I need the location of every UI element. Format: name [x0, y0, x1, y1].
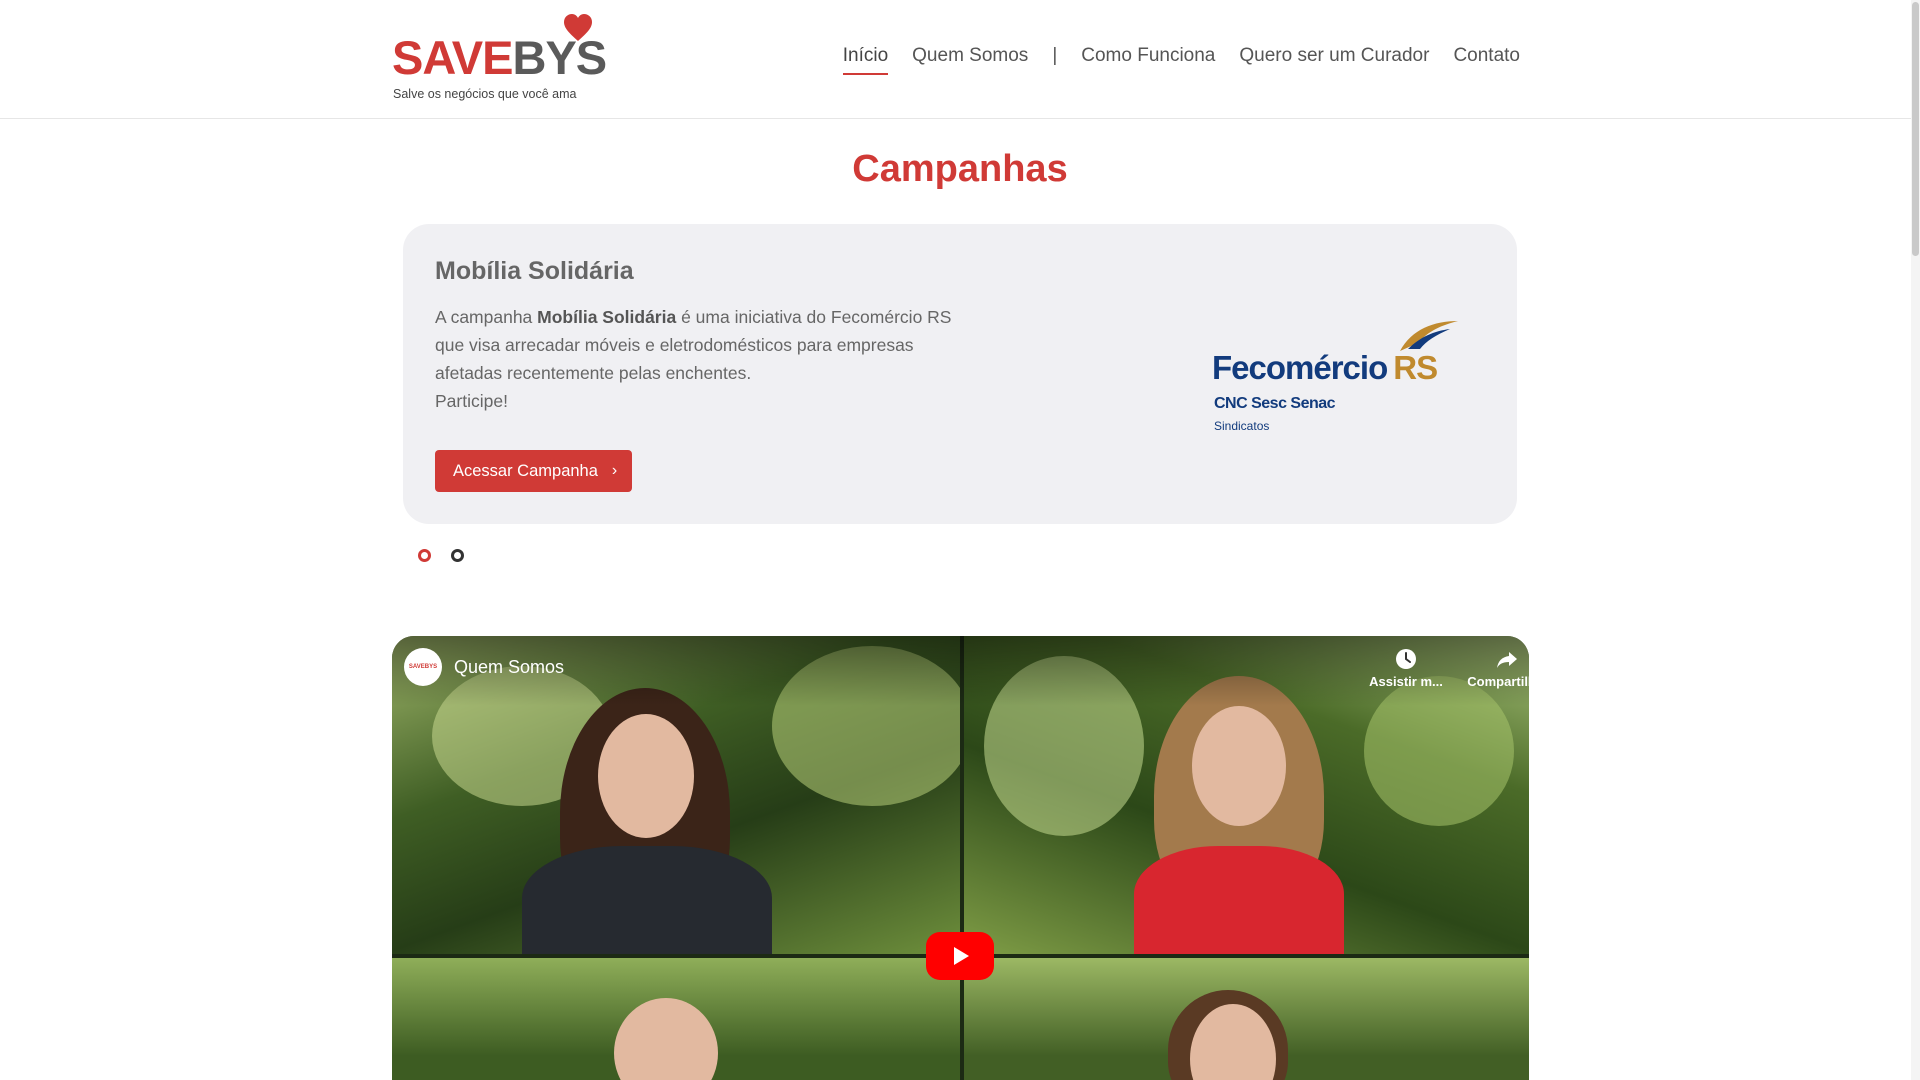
fecomercio-logo: Fecomércio RS CNC Sesc Senac Sindicatos — [1208, 319, 1468, 439]
watch-later-button[interactable]: Assistir m... — [1361, 648, 1451, 689]
video-frame-3 — [392, 958, 960, 1080]
scrollbar-thumb[interactable] — [1912, 2, 1919, 256]
share-button[interactable]: Compartilh... — [1462, 648, 1529, 689]
nav-item-contato[interactable]: Contato — [1453, 45, 1520, 67]
video-frame-4 — [964, 958, 1529, 1080]
nav-item-como-funciona[interactable]: Como Funciona — [1081, 45, 1215, 67]
site-header: SAVEBYS Salve os negócios que você ama I… — [0, 0, 1911, 119]
section-title: Campanhas — [852, 148, 1068, 190]
nav-item-quem-somos[interactable]: Quem Somos — [912, 45, 1028, 67]
partner-sub-label: Sindicatos — [1214, 419, 1270, 433]
chevron-right-icon: › — [611, 462, 618, 479]
video-player[interactable]: SAVEBYS Quem Somos Assistir m... Compart… — [392, 636, 1529, 1080]
nav-item-quero-ser-curador[interactable]: Quero ser um Curador — [1239, 45, 1429, 67]
main-nav: Início Quem Somos | Como Funciona Quero … — [819, 45, 1520, 75]
heart-icon — [564, 14, 592, 41]
play-button[interactable] — [926, 932, 994, 980]
carousel-dot-2[interactable] — [451, 549, 464, 562]
campaign-description: A campanha Mobília Solidária é uma inici… — [435, 307, 952, 411]
nav-item-inicio[interactable]: Início — [842, 45, 889, 75]
logo-tagline: Salve os negócios que você ama — [393, 87, 577, 101]
channel-avatar[interactable]: SAVEBYS — [404, 648, 442, 686]
campaign-card: Mobília Solidária A campanha Mobília Sol… — [403, 224, 1517, 524]
play-icon — [954, 947, 969, 965]
clock-icon — [1396, 649, 1416, 669]
campaign-title: Mobília Solidária — [435, 257, 634, 285]
carousel-dot-1[interactable] — [418, 549, 431, 562]
video-title[interactable]: Quem Somos — [454, 657, 564, 678]
access-campaign-button[interactable]: Acessar Campanha › — [435, 450, 632, 492]
share-icon — [1497, 652, 1517, 668]
savebys-logo[interactable]: SAVEBYS Salve os negócios que você ama — [392, 14, 607, 106]
swoosh-icon — [1400, 321, 1458, 351]
partner-sub-brands: CNC Sesc Senac — [1214, 395, 1336, 412]
campaign-participate: Participe! — [435, 391, 508, 411]
nav-separator: | — [1052, 45, 1058, 66]
video-header: SAVEBYS Quem Somos Assistir m... Compart… — [392, 636, 1529, 706]
carousel-pagination — [418, 549, 464, 562]
